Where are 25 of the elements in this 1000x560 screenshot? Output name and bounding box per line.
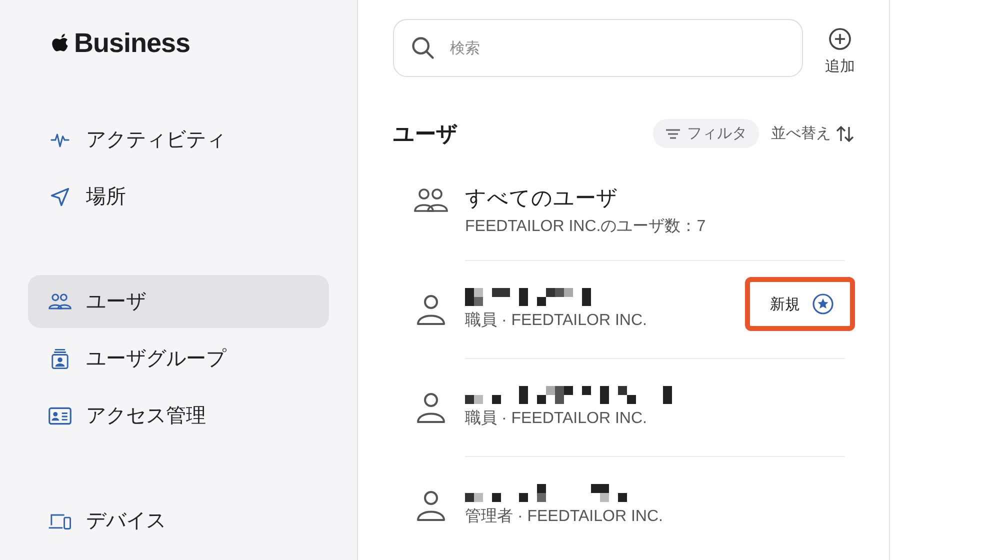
add-icon	[828, 26, 852, 50]
row-subtitle: FEEDTAILOR INC.のユーザ数：7	[465, 217, 706, 237]
section-title: ユーザ	[393, 122, 459, 148]
search-bar[interactable]: 検索	[393, 19, 803, 77]
nav-item[interactable]: デバイス	[28, 494, 329, 547]
add-button[interactable]: 追加	[825, 26, 855, 76]
filter-icon	[665, 128, 681, 140]
sort-button[interactable]: 並べ替え	[771, 124, 855, 143]
location-arrow-icon	[48, 186, 72, 208]
brand-name: Business	[74, 28, 190, 59]
nav-item[interactable]: アクティビティ	[28, 113, 329, 166]
row-subtitle: 職員 · FEEDTAILOR INC.	[465, 310, 647, 331]
new-badge: 新規	[745, 277, 855, 331]
nav-item[interactable]: 場所	[28, 170, 329, 223]
nav-item[interactable]: アクセス管理	[28, 389, 329, 442]
nav-item[interactable]: ユーザグループ	[28, 332, 329, 385]
row-subtitle: 管理者 · FEEDTAILOR INC.	[465, 506, 663, 527]
sort-arrows-icon	[835, 124, 855, 142]
id-card-icon	[48, 404, 72, 426]
nav-item[interactable]: ユーザ	[28, 275, 329, 328]
search-icon	[410, 35, 436, 61]
search-input[interactable]: 検索	[448, 38, 786, 58]
row-subtitle: 職員 · FEEDTAILOR INC.	[465, 408, 648, 429]
filter-button[interactable]: フィルタ	[653, 119, 759, 148]
row-title: すべてのユーザ	[465, 186, 619, 212]
